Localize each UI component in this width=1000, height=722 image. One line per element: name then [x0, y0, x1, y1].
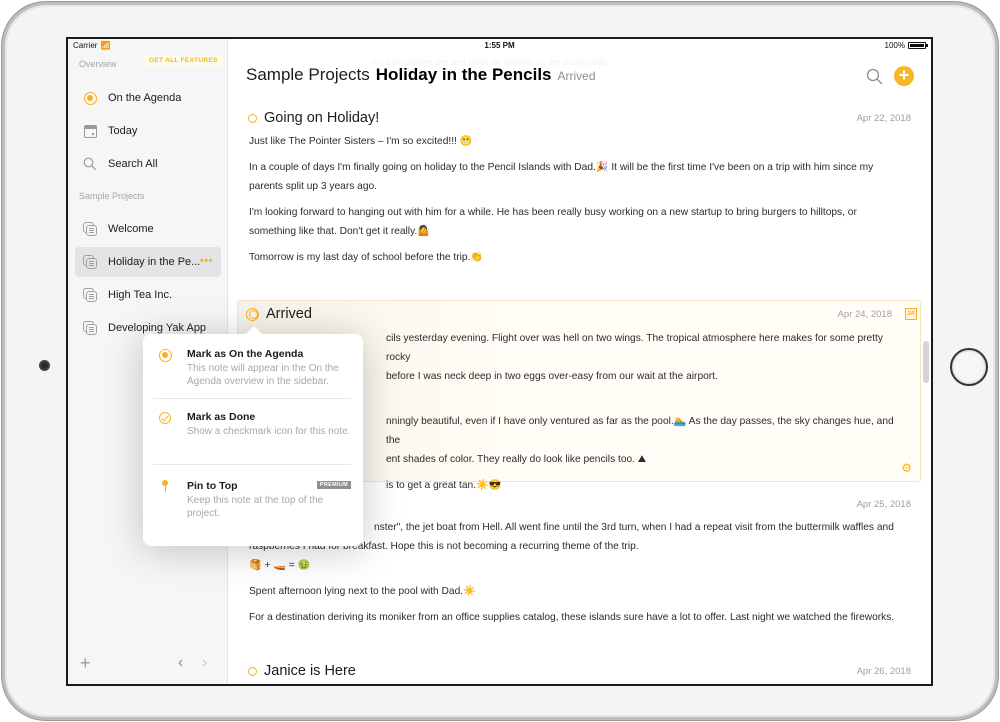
sidebar-item-label: Welcome — [108, 223, 154, 235]
page-header: Sample Projects Holiday in the Pencils A… — [246, 65, 596, 85]
note-header: Janice is Here Apr 26, 2018 — [237, 660, 921, 682]
note-paragraph: Spent afternoon lying next to the pool w… — [249, 586, 476, 597]
note-header: Arrived Apr 24, 2018 24 — [238, 303, 920, 325]
note-date: Apr 26, 2018 — [856, 665, 911, 677]
note-janice-is-here[interactable]: Janice is Here Apr 26, 2018 — [237, 660, 921, 682]
option-description: This note will appear in the On the Agen… — [187, 363, 339, 387]
sidebar-footer: + ‹ › — [68, 654, 227, 674]
more-options-icon[interactable]: ••• — [200, 255, 213, 267]
note-date: Apr 22, 2018 — [856, 112, 911, 124]
note-body: Just like The Pointer Sisters – I'm so e… — [237, 132, 921, 267]
add-project-button[interactable]: + — [80, 654, 91, 672]
sidebar-item-label: High Tea Inc. — [108, 289, 173, 301]
mark-as-on-the-agenda-option[interactable]: Mark as On the Agenda This note will app… — [143, 346, 363, 396]
sidebar-item-on-the-agenda[interactable]: On the Agenda — [75, 83, 221, 113]
option-description: Keep this note at the top of the project… — [187, 495, 324, 519]
note-going-on-holiday[interactable]: Going on Holiday! Apr 22, 2018 Just like… — [237, 107, 921, 267]
note-paragraph: In a couple of days I'm finally going on… — [249, 162, 874, 192]
checkmark-circle-icon — [158, 411, 172, 425]
agenda-dot-icon — [158, 348, 172, 362]
premium-badge: PREMIUM — [316, 481, 351, 489]
sidebar-item-label: Developing Yak App — [108, 322, 207, 334]
search-icon — [82, 156, 98, 172]
note-status-circle-icon[interactable] — [248, 666, 257, 676]
battery-percent: 100% — [884, 41, 905, 50]
front-camera — [39, 360, 50, 371]
current-note-status: Arrived — [557, 69, 596, 83]
screen: Carrier 📶 1:55 PM 100% GET ALL FEATURES O… — [66, 37, 933, 686]
sidebar-item-high-tea-inc[interactable]: High Tea Inc. — [75, 280, 221, 310]
clock: 1:55 PM — [484, 41, 515, 50]
agenda-dot-icon — [82, 90, 98, 106]
document-stack-icon — [82, 254, 98, 270]
note-header: Going on Holiday! Apr 22, 2018 — [237, 107, 921, 129]
note-paragraph: Tomorrow is my last day of school before… — [249, 252, 484, 263]
note-paragraph: before I was neck deep in two eggs over-… — [386, 371, 718, 382]
note-paragraph: nningly beautiful, even if I have only v… — [386, 416, 894, 446]
note-date: Apr 24, 2018 — [837, 308, 892, 320]
note-agenda-ring-icon[interactable] — [246, 307, 259, 321]
note-paragraph: For a destination deriving its moniker f… — [249, 612, 895, 623]
battery-icon — [908, 42, 928, 49]
mark-as-done-option[interactable]: Mark as Done Show a checkmark icon for t… — [143, 409, 363, 459]
battery-indicator: 100% — [884, 41, 928, 50]
document-stack-icon — [82, 320, 98, 336]
sidebar-item-label: On the Agenda — [108, 92, 182, 104]
search-icon — [866, 68, 883, 85]
back-button[interactable]: ‹ — [178, 654, 183, 672]
note-status-circle-icon[interactable] — [248, 113, 257, 123]
sidebar-item-label: Holiday in the Pe... — [108, 256, 201, 268]
divider — [153, 464, 351, 465]
gear-icon[interactable]: ⚙ — [901, 461, 912, 475]
add-note-button[interactable]: + — [894, 66, 914, 86]
status-bar: Carrier 📶 1:55 PM 100% — [68, 39, 931, 53]
page-title[interactable]: Holiday in the Pencils — [376, 65, 552, 85]
document-stack-icon — [82, 287, 98, 303]
sidebar-item-search-all[interactable]: Search All — [75, 149, 221, 179]
plus-circle-icon: + — [898, 65, 910, 85]
sidebar-item-label: Search All — [108, 158, 158, 170]
document-stack-icon — [82, 221, 98, 237]
pin-icon — [158, 480, 172, 494]
sidebar-item-holiday-in-the-pencils[interactable]: Holiday in the Pe... ••• — [75, 247, 221, 277]
note-paragraph: Just like The Pointer Sisters – I'm so e… — [249, 136, 473, 147]
get-all-features-button[interactable]: GET ALL FEATURES — [144, 55, 223, 66]
home-button[interactable] — [950, 348, 988, 386]
option-title: Pin to Top — [187, 480, 238, 492]
sidebar-item-welcome[interactable]: Welcome — [75, 214, 221, 244]
calendar-icon — [82, 123, 98, 139]
note-title: Arrived — [266, 306, 312, 322]
option-title: Mark as Done — [187, 411, 256, 423]
note-title: Janice is Here — [264, 663, 356, 679]
note-paragraph: ent shades of color. They really do look… — [386, 454, 647, 465]
divider — [153, 398, 351, 399]
note-date: Apr 25, 2018 — [856, 498, 911, 510]
note-paragraph: 🥞 + 🚤 = 🤢 — [249, 560, 311, 571]
note-title: Going on Holiday! — [264, 110, 380, 126]
sidebar-item-label: Today — [108, 125, 138, 137]
calendar-badge-icon[interactable]: 24 — [905, 308, 917, 320]
note-paragraph: I'm looking forward to hanging out with … — [249, 207, 857, 237]
projects-section-label: Sample Projects — [79, 191, 145, 201]
overview-section-label: Overview — [79, 59, 117, 69]
search-button[interactable] — [866, 68, 884, 86]
breadcrumb-project[interactable]: Sample Projects — [246, 65, 370, 85]
option-description: Show a checkmark icon for this note. — [187, 426, 351, 437]
scrollbar-thumb[interactable] — [923, 341, 929, 383]
forward-button[interactable]: › — [202, 654, 207, 672]
option-title: Mark as On the Agenda — [187, 348, 304, 360]
pin-to-top-option[interactable]: Pin to Top PREMIUM Keep this note at the… — [143, 478, 363, 528]
note-options-popover: Mark as On the Agenda This note will app… — [143, 326, 363, 546]
note-paragraph: cils yesterday evening. Flight over was … — [386, 333, 883, 363]
sidebar-item-today[interactable]: Today — [75, 116, 221, 146]
